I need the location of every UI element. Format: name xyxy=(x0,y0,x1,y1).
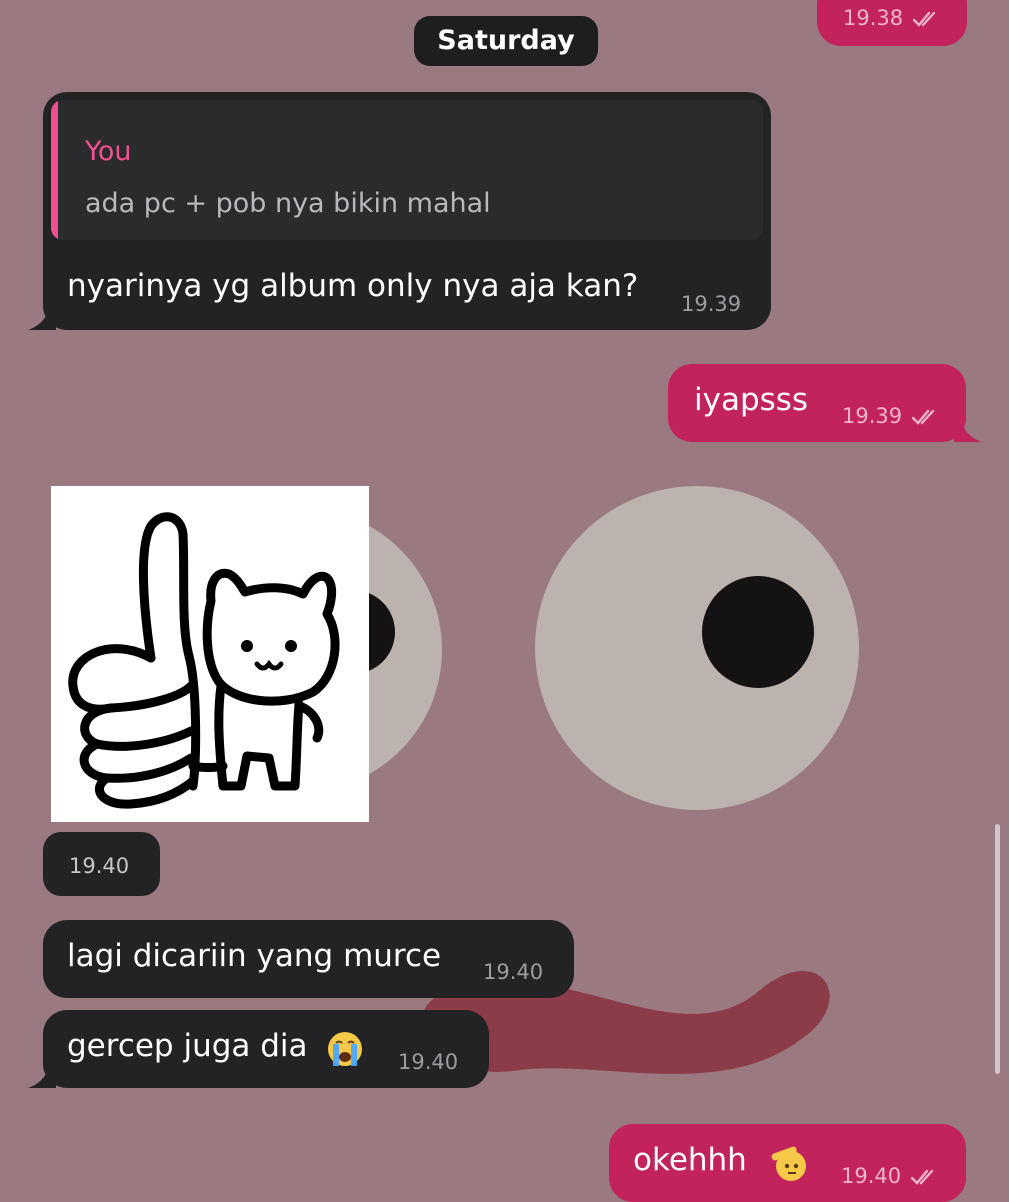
reply-accent-bar xyxy=(51,100,58,240)
scrollbar[interactable] xyxy=(995,824,1000,1074)
message-text: lagi dicariin yang murce xyxy=(67,938,442,974)
message-text: okehhh xyxy=(633,1142,747,1178)
reply-quote[interactable]: You ada pc + pob nya bikin mahal xyxy=(51,100,763,240)
message-time: 19.40 xyxy=(483,960,544,984)
bubble-tail xyxy=(954,412,982,442)
message-bubble-incoming[interactable]: lagi dicariin yang murce 19.40 xyxy=(43,920,574,998)
bubble-tail xyxy=(28,1058,56,1088)
message-text: nyarinya yg album only nya aja kan? xyxy=(67,268,639,304)
message-time: 19.39 xyxy=(842,404,903,428)
message-bubble-incoming[interactable]: You ada pc + pob nya bikin mahal nyariny… xyxy=(43,92,771,330)
date-separator: Saturday xyxy=(414,16,598,66)
message-text: iyapsss xyxy=(694,382,809,418)
double-check-icon xyxy=(912,409,935,425)
sticker-time-badge: 19.40 xyxy=(43,832,160,896)
message-time: 19.40 xyxy=(841,1164,902,1188)
message-time: 19.40 xyxy=(69,854,130,878)
message-text: gercep juga dia xyxy=(67,1028,308,1064)
double-check-icon xyxy=(911,1169,934,1185)
message-bubble-outgoing[interactable]: 19.38 xyxy=(817,0,967,46)
message-time: 19.39 xyxy=(681,292,742,316)
double-check-icon xyxy=(913,11,936,27)
reply-author: You xyxy=(85,136,132,167)
message-time: 19.40 xyxy=(398,1050,459,1074)
sticker-image xyxy=(68,512,340,809)
message-time: 19.38 xyxy=(843,6,904,30)
message-bubble-outgoing[interactable]: okehhh 19.40 xyxy=(609,1124,966,1202)
bubble-tail xyxy=(28,300,56,330)
crying-face-emoji xyxy=(328,1032,362,1066)
saluting-face-emoji xyxy=(771,1146,806,1181)
thumbs-up-cat-sticker[interactable] xyxy=(51,486,369,822)
wallpaper-right-pupil xyxy=(702,576,814,688)
message-bubble-outgoing[interactable]: iyapsss 19.39 xyxy=(668,364,966,442)
message-bubble-incoming[interactable]: gercep juga dia 19.40 xyxy=(43,1010,489,1088)
reply-text: ada pc + pob nya bikin mahal xyxy=(85,188,491,219)
